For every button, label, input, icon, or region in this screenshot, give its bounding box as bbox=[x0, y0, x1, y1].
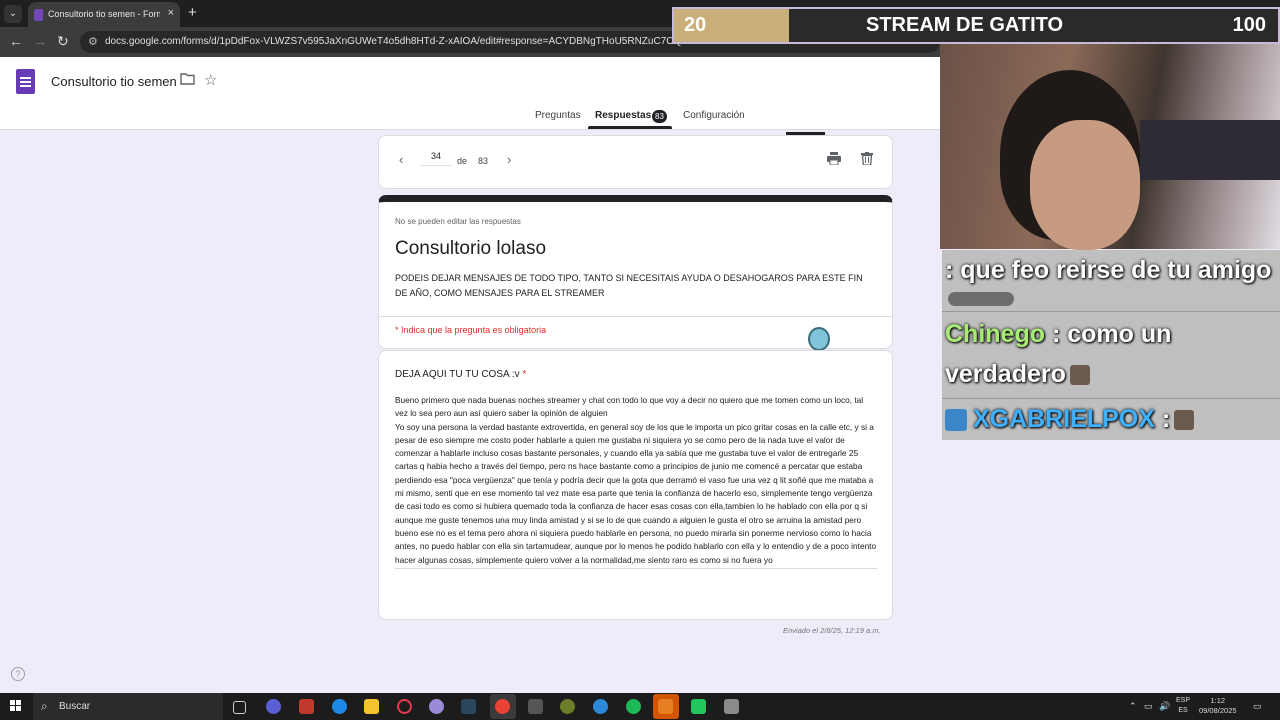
required-notice: * Indica que la pregunta es obligatoria bbox=[395, 325, 547, 335]
language-code: ESP bbox=[1176, 697, 1191, 704]
tab-preguntas[interactable]: Preguntas bbox=[535, 110, 581, 121]
clock[interactable]: 1:12 09/08/2025 bbox=[1199, 696, 1237, 716]
required-asterisk: * bbox=[522, 369, 527, 380]
chat-message: XGABRIELPOX : bbox=[945, 405, 1195, 434]
app-icon[interactable] bbox=[299, 699, 314, 714]
file-explorer-icon[interactable] bbox=[364, 699, 379, 714]
next-response-icon[interactable]: › bbox=[507, 152, 511, 167]
divider bbox=[379, 316, 892, 317]
search-label: Buscar bbox=[59, 701, 91, 712]
total-responses: 83 bbox=[478, 156, 489, 166]
network-icon[interactable]: ▭ bbox=[1144, 701, 1153, 712]
hammer-badge-icon bbox=[945, 409, 967, 432]
opera-icon[interactable] bbox=[397, 699, 412, 714]
notifications-icon[interactable]: ▭ bbox=[1253, 701, 1262, 712]
site-info-icon[interactable]: ⚙ bbox=[88, 35, 98, 48]
forms-tabs: Preguntas Respuestas 83 Configuración bbox=[0, 101, 930, 129]
answer-paragraph-2: Yo soy una persona la verdad bastante ex… bbox=[395, 421, 877, 565]
chat-username: Chinego bbox=[945, 320, 1045, 348]
forward-icon[interactable]: → bbox=[33, 33, 47, 49]
tab-title: Consultorio tio semen - Formula bbox=[48, 9, 160, 19]
calculator-icon[interactable] bbox=[724, 699, 739, 714]
form-doc-title[interactable]: Consultorio tio semen bbox=[51, 74, 177, 89]
chat-row-separator bbox=[942, 311, 1280, 312]
clock-date: 09/08/2025 bbox=[1199, 706, 1237, 715]
chat-message-text: : bbox=[1154, 405, 1171, 433]
submitted-timestamp: Enviado el 2/8/25, 12:19 a.m. bbox=[783, 626, 881, 635]
app-icon[interactable] bbox=[528, 699, 543, 714]
new-tab-icon[interactable]: + bbox=[188, 4, 197, 21]
back-icon[interactable]: ← bbox=[9, 33, 23, 49]
language-indicator[interactable]: ESP ES bbox=[1176, 696, 1190, 716]
chat-message: : que feo reirse de tu amigo bbox=[945, 256, 1271, 285]
answer-paragraph-1: Bueno primero que nada buenas noches str… bbox=[395, 395, 864, 419]
previous-response-icon[interactable]: ‹ bbox=[399, 152, 403, 167]
tab-respuestas[interactable]: Respuestas bbox=[595, 110, 651, 121]
app-icon[interactable] bbox=[429, 699, 444, 714]
chrome-icon[interactable] bbox=[495, 699, 510, 714]
goal-current: 20 bbox=[684, 14, 707, 36]
chat-row-separator bbox=[942, 398, 1280, 399]
answer-text: Bueno primero que nada buenas noches str… bbox=[395, 394, 877, 569]
question-title-text: DEJA AQUI TU TU COSA :v bbox=[395, 369, 520, 380]
browser-tab[interactable]: Consultorio tio semen - Formula × bbox=[28, 2, 180, 27]
form-name: Consultorio lolaso bbox=[395, 238, 547, 259]
webcam-background-shelf bbox=[1140, 120, 1280, 180]
tray-chevron-icon[interactable]: ⌃ bbox=[1129, 701, 1137, 712]
task-view-icon[interactable] bbox=[233, 701, 246, 714]
windows-start-icon[interactable] bbox=[10, 700, 22, 712]
tab-configuracion[interactable]: Configuración bbox=[683, 110, 745, 121]
print-icon[interactable] bbox=[827, 152, 841, 170]
chat-message-text: verdadero bbox=[945, 360, 1066, 388]
spotify-icon[interactable] bbox=[626, 699, 641, 714]
tab-search-icon[interactable]: ⌄ bbox=[4, 5, 22, 23]
windows-taskbar: ⌕ Buscar ⌃ ▭ 🔊 ESP ES 1:12 09/08/2025 ▭ bbox=[0, 693, 1280, 720]
cat-emote-icon bbox=[948, 292, 1014, 306]
app-icon[interactable] bbox=[560, 699, 575, 714]
question-card: DEJA AQUI TU TU COSA :v * Bueno primero … bbox=[378, 350, 893, 620]
chat-message-text: : que feo reirse de tu amigo bbox=[945, 256, 1272, 284]
question-title: DEJA AQUI TU TU COSA :v * bbox=[395, 369, 526, 380]
mascot-sticker-icon bbox=[808, 327, 830, 351]
app-icon[interactable] bbox=[593, 699, 608, 714]
edge-icon[interactable] bbox=[332, 699, 347, 714]
active-tab-underline bbox=[588, 126, 672, 129]
chat-message: verdadero bbox=[945, 360, 1090, 389]
current-response-input[interactable]: 34 bbox=[420, 151, 452, 166]
help-icon[interactable]: ? bbox=[11, 667, 25, 681]
stream-goal-bar: 20 STREAM DE GATITO 100 bbox=[672, 7, 1280, 44]
response-navigation-card: ‹ de 83 › bbox=[378, 135, 893, 189]
chat-message: Chinego : como un bbox=[945, 320, 1171, 349]
google-forms-logo-icon[interactable] bbox=[16, 69, 35, 94]
keyboard-layout: ES bbox=[1178, 707, 1188, 714]
chat-username: XGABRIELPOX bbox=[973, 405, 1155, 433]
app-icon[interactable] bbox=[658, 699, 673, 714]
no-edit-notice: No se pueden editar las respuestas bbox=[395, 217, 521, 226]
responses-count-badge: 83 bbox=[652, 110, 667, 123]
volume-icon[interactable]: 🔊 bbox=[1159, 701, 1170, 712]
taskbar-search[interactable]: ⌕ Buscar bbox=[33, 693, 223, 720]
folder-icon[interactable] bbox=[180, 72, 195, 88]
reload-icon[interactable]: ↻ bbox=[57, 33, 69, 50]
kick-icon[interactable] bbox=[691, 699, 706, 714]
clock-time: 1:12 bbox=[1210, 696, 1226, 705]
webcam-person-face bbox=[1030, 120, 1140, 250]
steam-icon[interactable] bbox=[461, 699, 476, 714]
search-icon: ⌕ bbox=[41, 699, 48, 713]
google-forms-favicon-icon bbox=[34, 9, 43, 21]
app-icon[interactable] bbox=[266, 699, 281, 714]
face-emote-icon bbox=[1069, 365, 1090, 386]
tab-close-icon[interactable]: × bbox=[168, 7, 174, 19]
cat-emote-icon bbox=[1174, 410, 1195, 431]
star-icon[interactable]: ☆ bbox=[204, 71, 217, 89]
chat-message-text: : como un bbox=[1045, 320, 1172, 348]
delete-icon[interactable] bbox=[861, 152, 873, 170]
stream-title: STREAM DE GATITO bbox=[866, 14, 1064, 36]
goal-target: 100 bbox=[1232, 14, 1266, 36]
of-label: de bbox=[457, 156, 468, 166]
form-description: PODEIS DEJAR MENSAJES DE TODO TIPO, TANT… bbox=[395, 273, 863, 298]
form-title-card: No se pueden editar las respuestas Consu… bbox=[378, 195, 893, 349]
